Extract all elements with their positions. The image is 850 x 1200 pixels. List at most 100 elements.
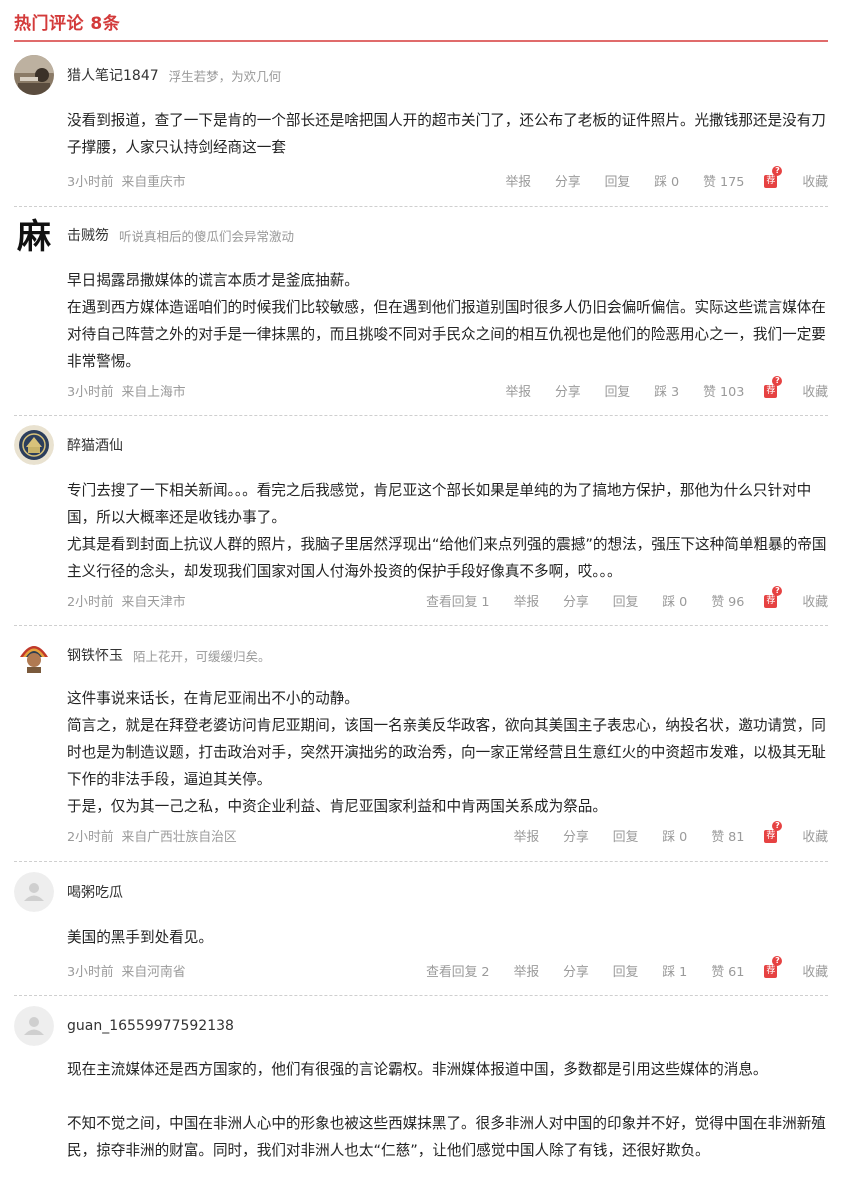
reply-button[interactable]: 回复 (605, 381, 631, 400)
dislike-label: 踩 (654, 384, 668, 400)
like-count: 175 (719, 174, 745, 190)
favorite-button[interactable]: 收藏 (802, 826, 828, 845)
help-badge-icon: ? (772, 376, 783, 386)
comment-paragraph: 专门去搜了一下相关新闻。。。看完之后我感觉，肯尼亚这个部长如果是单纯的为了搞地方… (67, 482, 812, 526)
recommend-badge: 荐 (764, 965, 778, 978)
comment-time: 2小时前 (67, 594, 114, 610)
like-button[interactable]: 赞 61 (711, 961, 744, 980)
comment-time: 3小时前 (67, 964, 114, 980)
reply-button[interactable]: 回复 (605, 171, 631, 190)
share-button[interactable]: 分享 (555, 381, 581, 400)
report-button[interactable]: 举报 (514, 961, 540, 980)
comment-footer: 3小时前 来自河南省 查看回复 2 举报 分享 回复 踩1 赞 61 荐 ? 收藏 (67, 956, 828, 980)
username[interactable]: 钢铁怀玉 (67, 645, 123, 665)
dislike-label: 踩 (662, 964, 676, 980)
dislike-label: 踩 (654, 174, 668, 190)
username[interactable]: guan_16559977592138 (67, 1018, 234, 1034)
emblem-avatar-icon (14, 425, 54, 465)
recommend-icon[interactable]: 荐 ? (764, 956, 783, 978)
recommend-icon[interactable]: 荐 ? (764, 821, 783, 843)
avatar[interactable] (14, 425, 54, 465)
comment-item: 钢铁怀玉 陌上花开，可缓缓归矣。 这件事说来话长，在肯尼亚闹出不小的动静。 简言… (14, 635, 828, 862)
comment-paragraph: 简言之，就是在拜登老婆访问肯尼亚期间，该国一名亲美反华政客，欲向其美国主子表忠心… (67, 717, 826, 788)
comment-footer: 2小时前 来自广西壮族自治区 举报 分享 回复 踩0 赞 81 荐 ? 收藏 (67, 821, 828, 845)
share-button[interactable]: 分享 (563, 826, 589, 845)
view-replies-button[interactable]: 查看回复 2 (426, 961, 489, 980)
comment-footer: 3小时前 来自上海市 举报 分享 回复 踩3 赞 103 荐 ? 收藏 (67, 376, 828, 400)
like-label: 赞 (711, 594, 725, 610)
comment-paragraph: 现在主流媒体还是西方国家的，他们有很强的言论霸权。非洲媒体报道中国，多数都是引用… (67, 1061, 768, 1078)
comment-meta: 喝粥吃瓜 (67, 872, 123, 912)
like-button[interactable]: 赞 81 (711, 826, 744, 845)
username[interactable]: 猎人笔记1847 (67, 65, 159, 85)
dislike-label: 踩 (662, 594, 676, 610)
comment-paragraph: 美国的黑手到处看见。 (67, 929, 213, 946)
dislike-count: 3 (671, 384, 680, 400)
dislike-button[interactable]: 踩0 (654, 171, 679, 190)
reply-button[interactable]: 回复 (613, 961, 639, 980)
favorite-button[interactable]: 收藏 (802, 171, 828, 190)
avatar[interactable] (14, 635, 54, 675)
default-avatar-icon (14, 1006, 54, 1046)
help-badge-icon: ? (772, 166, 783, 176)
like-button[interactable]: 赞 103 (703, 381, 744, 400)
photo-avatar-icon (14, 55, 54, 95)
dislike-label: 踩 (662, 829, 676, 845)
dislike-button[interactable]: 踩0 (662, 826, 687, 845)
recommend-badge: 荐 (764, 830, 778, 843)
feather-avatar-icon (14, 635, 54, 675)
comment-meta: 击贼笏 听说真相后的傻瓜们会异常激动 (67, 215, 294, 255)
like-count: 61 (728, 964, 745, 980)
comment-location: 来自天津市 (121, 594, 186, 610)
share-button[interactable]: 分享 (555, 171, 581, 190)
comment-paragraph: 在遇到西方媒体造谣咱们的时候我们比较敏感，但在遇到他们报道别国时很多人仍旧会偏听… (67, 299, 826, 370)
comment-time: 2小时前 (67, 829, 114, 845)
view-replies-button[interactable]: 查看回复 1 (426, 591, 489, 610)
favorite-button[interactable]: 收藏 (802, 591, 828, 610)
report-button[interactable]: 举报 (505, 171, 531, 190)
share-button[interactable]: 分享 (563, 591, 589, 610)
report-button[interactable]: 举报 (514, 591, 540, 610)
report-button[interactable]: 举报 (514, 826, 540, 845)
avatar-char: 麻 (17, 217, 51, 255)
comment-meta: guan_16559977592138 (67, 1006, 234, 1046)
comment-body: 美国的黑手到处看见。 (67, 924, 832, 951)
reply-button[interactable]: 回复 (613, 826, 639, 845)
avatar[interactable] (14, 872, 54, 912)
username[interactable]: 醉猫酒仙 (67, 435, 123, 455)
comment-body: 专门去搜了一下相关新闻。。。看完之后我感觉，肯尼亚这个部长如果是单纯的为了搞地方… (67, 477, 832, 585)
comment-location: 来自河南省 (121, 964, 186, 980)
comment-footer: 2小时前 来自天津市 查看回复 1 举报 分享 回复 踩0 赞 96 荐 ? 收藏 (67, 586, 828, 610)
reply-button[interactable]: 回复 (613, 591, 639, 610)
comment-item: guan_16559977592138 现在主流媒体还是西方国家的，他们有很强的… (14, 1006, 828, 1200)
username[interactable]: 击贼笏 (67, 225, 109, 245)
user-signature: 浮生若梦，为欢几何 (168, 68, 282, 84)
like-button[interactable]: 赞 175 (703, 171, 744, 190)
dislike-button[interactable]: 踩0 (662, 591, 687, 610)
recommend-icon[interactable]: 荐 ? (764, 376, 783, 398)
avatar[interactable] (14, 55, 54, 95)
recommend-icon[interactable]: 荐 ? (764, 166, 783, 188)
like-count: 103 (719, 384, 745, 400)
comment-paragraph: 于是，仅为其一己之私，中资企业利益、肯尼亚国家利益和中肯两国关系成为祭品。 (67, 798, 607, 815)
comment-location: 来自上海市 (121, 384, 186, 400)
avatar[interactable]: 麻 (14, 215, 54, 255)
comment-footer: 3小时前 来自重庆市 举报 分享 回复 踩0 赞 175 荐 ? 收藏 (67, 166, 828, 190)
help-badge-icon: ? (772, 821, 783, 831)
user-signature: 听说真相后的傻瓜们会异常激动 (119, 228, 295, 244)
like-count: 96 (728, 594, 745, 610)
avatar[interactable] (14, 1006, 54, 1046)
recommend-icon[interactable]: 荐 ? (764, 586, 783, 608)
report-button[interactable]: 举报 (505, 381, 531, 400)
dislike-button[interactable]: 踩3 (654, 381, 679, 400)
comment-item: 猎人笔记1847 浮生若梦，为欢几何 没看到报道，查了一下是肯的一个部长还是啥把… (14, 55, 828, 207)
dislike-button[interactable]: 踩1 (662, 961, 687, 980)
username[interactable]: 喝粥吃瓜 (67, 882, 123, 902)
comment-paragraph: 没看到报道，查了一下是肯的一个部长还是啥把国人开的超市关门了，还公布了老板的证件… (67, 112, 826, 156)
like-button[interactable]: 赞 96 (711, 591, 744, 610)
favorite-button[interactable]: 收藏 (802, 381, 828, 400)
favorite-button[interactable]: 收藏 (802, 961, 828, 980)
like-label: 赞 (711, 829, 725, 845)
comment-body: 早日揭露昂撒媒体的谎言本质才是釜底抽薪。 在遇到西方媒体造谣咱们的时候我们比较敏… (67, 267, 832, 375)
share-button[interactable]: 分享 (563, 961, 589, 980)
